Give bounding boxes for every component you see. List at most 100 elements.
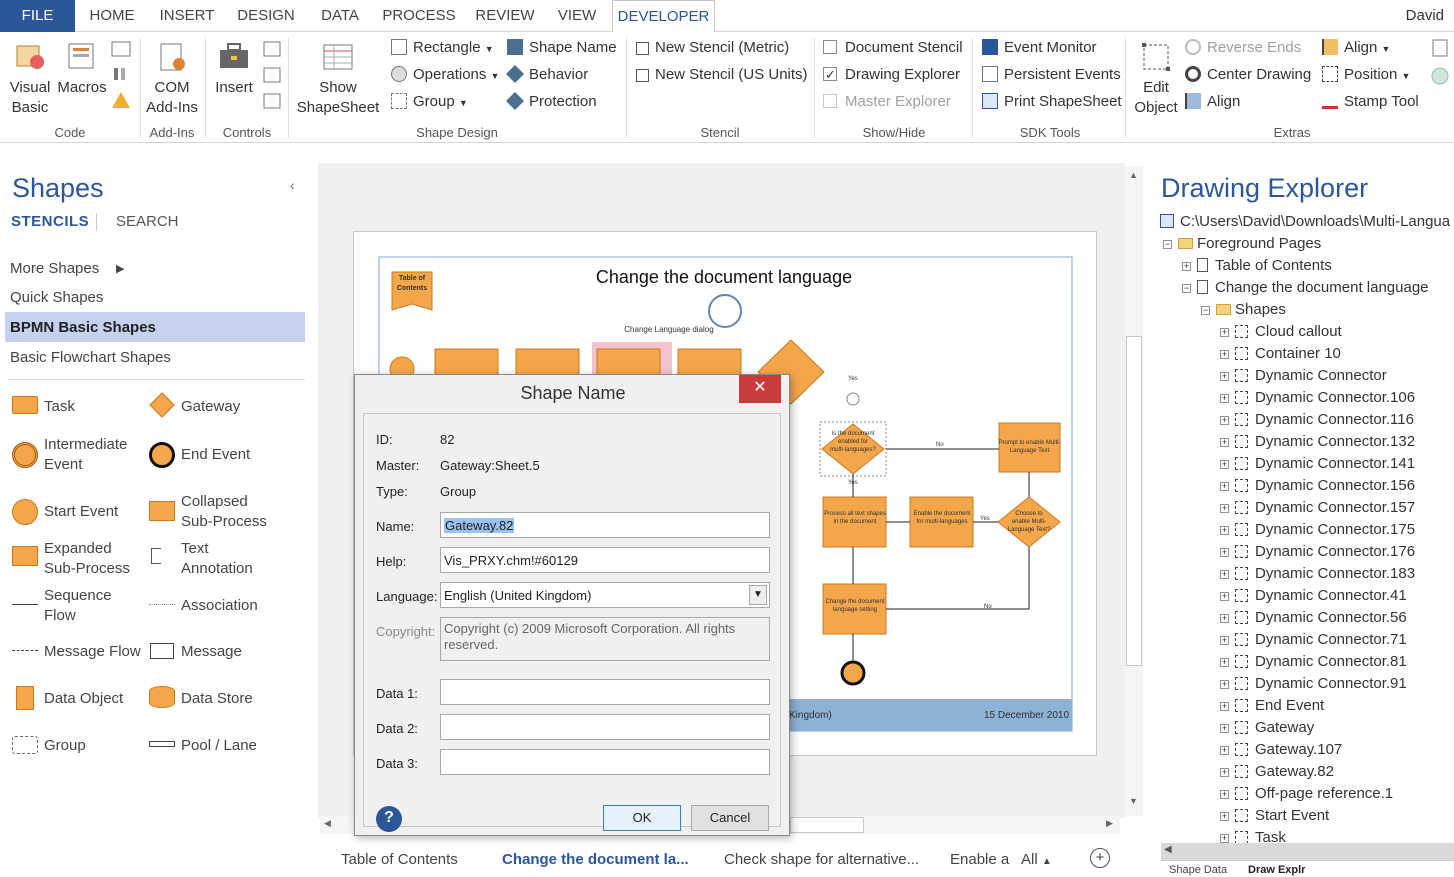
name-input[interactable]: Gateway.82 bbox=[440, 512, 770, 538]
shape-name-button[interactable]: Shape Name bbox=[507, 37, 617, 59]
stencil-message-flow[interactable]: Message Flow bbox=[44, 642, 141, 662]
tree-shape-item[interactable]: + Dynamic Connector.157 bbox=[1220, 497, 1415, 519]
basic-flowchart-shapes-item[interactable]: Basic Flowchart Shapes bbox=[10, 349, 171, 366]
com-addins-button[interactable]: COM Add-Ins bbox=[143, 40, 201, 118]
scroll-right-icon[interactable]: ▶ bbox=[1106, 818, 1113, 829]
tree-page-change-language[interactable]: − Change the document language bbox=[1182, 277, 1429, 299]
tab-home[interactable]: HOME bbox=[80, 0, 144, 32]
visual-basic-button[interactable]: Visual Basic bbox=[4, 40, 56, 118]
page-tab-toc[interactable]: Table of Contents bbox=[341, 851, 458, 868]
stencil-intermediate-event[interactable]: Intermediate Event bbox=[44, 435, 144, 475]
close-icon[interactable]: ✕ bbox=[739, 375, 781, 403]
stencil-group[interactable]: Group bbox=[44, 736, 86, 756]
expand-icon[interactable]: + bbox=[1220, 636, 1229, 645]
scroll-left-icon[interactable]: ◀ bbox=[324, 818, 331, 829]
chevron-down-icon[interactable]: ▼ bbox=[749, 585, 767, 605]
expand-icon[interactable]: + bbox=[1220, 614, 1229, 623]
scroll-down-icon[interactable]: ▼ bbox=[1129, 796, 1138, 806]
tab-review[interactable]: REVIEW bbox=[470, 0, 540, 32]
expand-icon[interactable]: + bbox=[1220, 658, 1229, 667]
tab-shape-data[interactable]: Shape Data bbox=[1169, 864, 1227, 876]
expand-icon[interactable]: + bbox=[1220, 548, 1229, 557]
tree-shape-item[interactable]: + Dynamic Connector.56 bbox=[1220, 607, 1407, 629]
macros-button[interactable]: Macros bbox=[56, 40, 108, 98]
help-input[interactable]: Vis_PRXY.chm!#60129 bbox=[440, 547, 770, 573]
page-tab-all[interactable]: All ▲ bbox=[1021, 851, 1052, 868]
tree-shape-item[interactable]: + Dynamic Connector.132 bbox=[1220, 431, 1415, 453]
tree-shape-item[interactable]: + Gateway.107 bbox=[1220, 739, 1342, 761]
operations-button[interactable]: Operations ▼ bbox=[391, 64, 499, 86]
tree-shape-item[interactable]: + Cloud callout bbox=[1220, 321, 1342, 343]
expand-icon[interactable]: + bbox=[1220, 768, 1229, 777]
data2-input[interactable] bbox=[440, 714, 770, 740]
tree-shape-item[interactable]: + Dynamic Connector.116 bbox=[1220, 409, 1414, 431]
add-page-icon[interactable]: + bbox=[1090, 848, 1110, 868]
cancel-button[interactable]: Cancel bbox=[691, 805, 769, 831]
tree-shape-item[interactable]: + Dynamic Connector.71 bbox=[1220, 629, 1407, 651]
expand-icon[interactable]: + bbox=[1220, 834, 1229, 843]
behavior-button[interactable]: Behavior bbox=[505, 64, 588, 86]
new-stencil-metric-button[interactable]: New Stencil (Metric) bbox=[636, 37, 789, 59]
tree-shape-item[interactable]: + Dynamic Connector.91 bbox=[1220, 673, 1407, 695]
code-small-icons[interactable] bbox=[110, 40, 132, 110]
event-monitor-button[interactable]: Event Monitor bbox=[982, 37, 1097, 59]
collapse-icon[interactable]: − bbox=[1163, 240, 1172, 249]
expand-icon[interactable]: + bbox=[1220, 724, 1229, 733]
stencil-end-event[interactable]: End Event bbox=[181, 445, 250, 465]
tree-shape-item[interactable]: + End Event bbox=[1220, 695, 1324, 717]
document-stencil-checkbox[interactable]: Document Stencil bbox=[823, 37, 963, 59]
tree-shape-item[interactable]: + Dynamic Connector.41 bbox=[1220, 585, 1407, 607]
tab-stencils[interactable]: STENCILS bbox=[11, 213, 89, 230]
tree-shape-item[interactable]: + Start Event bbox=[1220, 805, 1329, 827]
tree-foreground-pages[interactable]: − Foreground Pages bbox=[1163, 233, 1321, 255]
tree-shape-item[interactable]: + Dynamic Connector bbox=[1220, 365, 1387, 387]
end-event-shape[interactable] bbox=[840, 660, 866, 686]
data3-input[interactable] bbox=[440, 749, 770, 775]
expand-icon[interactable]: + bbox=[1220, 438, 1229, 447]
expand-icon[interactable]: + bbox=[1220, 746, 1229, 755]
tab-view[interactable]: VIEW bbox=[552, 0, 602, 32]
collapse-icon[interactable]: − bbox=[1182, 284, 1191, 293]
tree-shape-item[interactable]: + Gateway.82 bbox=[1220, 761, 1334, 783]
expand-icon[interactable]: + bbox=[1220, 812, 1229, 821]
rotation-handle[interactable] bbox=[846, 392, 860, 406]
vertical-scrollbar[interactable]: ▲ ▼ bbox=[1125, 166, 1143, 816]
expand-icon[interactable]: + bbox=[1220, 460, 1229, 469]
tab-design[interactable]: DESIGN bbox=[230, 0, 302, 32]
expand-icon[interactable]: + bbox=[1220, 394, 1229, 403]
tab-file[interactable]: FILE bbox=[0, 0, 75, 32]
tab-data[interactable]: DATA bbox=[312, 0, 368, 32]
stencil-task[interactable]: Task bbox=[44, 397, 75, 417]
stencil-start-event[interactable]: Start Event bbox=[44, 502, 118, 522]
align-small-button[interactable]: Align bbox=[1185, 91, 1240, 113]
tab-developer[interactable]: DEVELOPER bbox=[612, 0, 715, 33]
extras-overflow-icons[interactable] bbox=[1431, 38, 1451, 88]
scroll-thumb[interactable] bbox=[790, 817, 864, 833]
rectangle-button[interactable]: Rectangle ▼ bbox=[391, 37, 494, 59]
new-stencil-us-button[interactable]: New Stencil (US Units) bbox=[636, 64, 808, 86]
expand-icon[interactable]: + bbox=[1220, 482, 1229, 491]
tree-shape-item[interactable]: + Off-page reference.1 bbox=[1220, 783, 1393, 805]
stencil-association[interactable]: Association bbox=[181, 596, 258, 616]
expand-icon[interactable]: + bbox=[1220, 790, 1229, 799]
page-tab-enable[interactable]: Enable a bbox=[950, 851, 1009, 868]
quick-shapes-item[interactable]: Quick Shapes bbox=[10, 289, 103, 306]
stamp-tool-button[interactable]: Stamp Tool bbox=[1322, 91, 1419, 113]
stencil-data-store[interactable]: Data Store bbox=[181, 689, 253, 709]
expand-icon[interactable]: + bbox=[1220, 592, 1229, 601]
explorer-hscrollbar[interactable]: ◀ bbox=[1161, 843, 1454, 860]
tab-search[interactable]: SEARCH bbox=[116, 213, 179, 230]
stencil-message[interactable]: Message bbox=[181, 642, 242, 662]
expand-icon[interactable]: + bbox=[1220, 372, 1229, 381]
print-shapesheet-button[interactable]: Print ShapeSheet bbox=[982, 91, 1122, 113]
tree-shapes-folder[interactable]: − Shapes bbox=[1201, 299, 1286, 321]
master-explorer-checkbox[interactable]: Master Explorer bbox=[823, 91, 951, 113]
edit-object-button[interactable]: Edit Object bbox=[1130, 40, 1182, 118]
tab-process[interactable]: PROCESS bbox=[380, 0, 458, 32]
stencil-collapsed-sub-process[interactable]: Collapsed Sub-Process bbox=[181, 492, 281, 532]
help-icon[interactable]: ? bbox=[376, 806, 402, 832]
expand-icon[interactable]: + bbox=[1220, 526, 1229, 535]
more-shapes-menu[interactable]: More Shapes ▶ bbox=[10, 260, 124, 277]
tree-shape-item[interactable]: + Dynamic Connector.141 bbox=[1220, 453, 1415, 475]
ok-button[interactable]: OK bbox=[603, 805, 681, 831]
